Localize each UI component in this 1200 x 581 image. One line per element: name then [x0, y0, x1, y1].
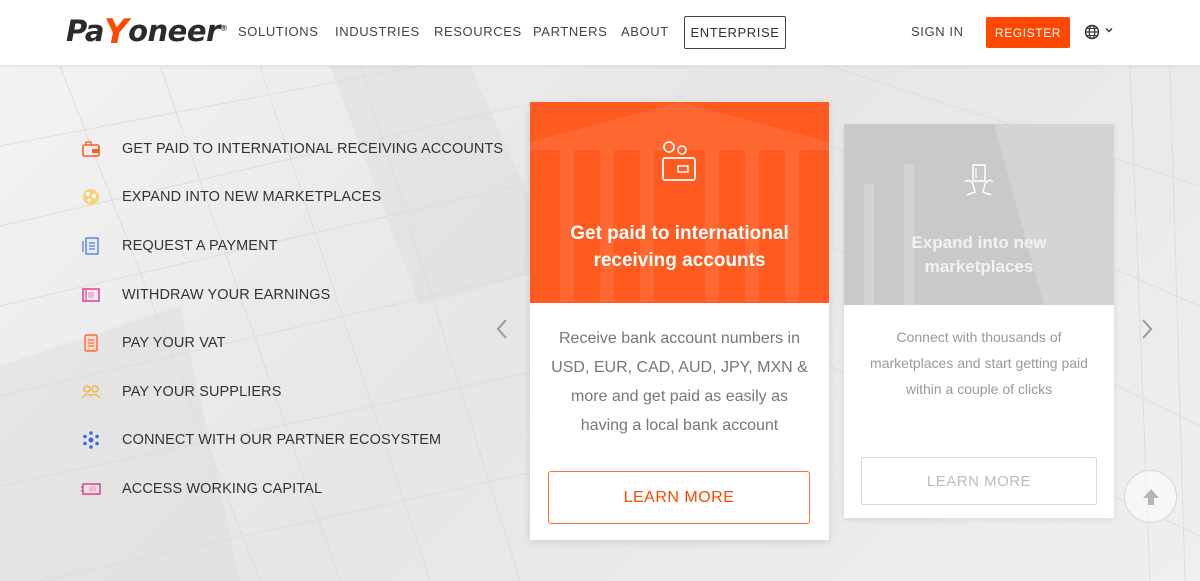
cash-icon [81, 483, 101, 495]
receipt-icon [84, 334, 98, 352]
nav-resources[interactable]: RESOURCES [434, 24, 522, 39]
globe-icon[interactable] [1084, 24, 1100, 40]
enterprise-button[interactable]: ENTERPRISE [684, 16, 786, 49]
solution-item-receiving-accounts[interactable]: GET PAID TO INTERNATIONAL RECEIVING ACCO… [80, 137, 503, 161]
site-header: PaYoneer® SOLUTIONS INDUSTRIES RESOURCES… [0, 0, 1200, 66]
solution-item-withdraw[interactable]: WITHDRAW YOUR EARNINGS [80, 283, 330, 307]
learn-more-button[interactable]: LEARN MORE [861, 457, 1097, 505]
network-icon [83, 431, 99, 449]
card-title: Get paid to international receiving acco… [570, 223, 789, 271]
solution-label: PAY YOUR SUPPLIERS [122, 384, 282, 400]
solution-card-marketplaces: Expand into new marketplaces Connect wit… [844, 124, 1114, 518]
solution-label: ACCESS WORKING CAPITAL [122, 481, 323, 497]
solution-item-partner-ecosystem[interactable]: CONNECT WITH OUR PARTNER ECOSYSTEM [80, 428, 441, 452]
scroll-to-top-button[interactable] [1124, 470, 1177, 523]
document-request-icon [82, 237, 99, 255]
withdraw-icon [82, 288, 100, 302]
nav-solutions[interactable]: SOLUTIONS [238, 24, 319, 39]
register-button[interactable]: REGISTER [986, 17, 1070, 48]
solution-item-suppliers[interactable]: PAY YOUR SUPPLIERS [80, 380, 281, 404]
solution-label: GET PAID TO INTERNATIONAL RECEIVING ACCO… [122, 141, 504, 157]
wallet-icon [662, 141, 696, 181]
arrow-up-icon [1142, 488, 1159, 505]
nav-about[interactable]: ABOUT [621, 24, 669, 39]
solution-card-receiving-accounts: Get paid to international receiving acco… [530, 102, 829, 540]
payoneer-logo[interactable]: PaYoneer® [66, 10, 228, 52]
sign-in-link[interactable]: SIGN IN [911, 24, 964, 39]
chevron-right-icon[interactable] [1138, 316, 1156, 342]
solution-item-vat[interactable]: PAY YOUR VAT [80, 331, 225, 355]
solution-label: REQUEST A PAYMENT [122, 238, 278, 254]
learn-more-button[interactable]: LEARN MORE [548, 471, 810, 524]
nav-partners[interactable]: PARTNERS [533, 24, 607, 39]
solution-label: CONNECT WITH OUR PARTNER ECOSYSTEM [122, 432, 442, 448]
solution-label: WITHDRAW YOUR EARNINGS [122, 287, 331, 303]
nav-industries[interactable]: INDUSTRIES [335, 24, 420, 39]
suppliers-icon [81, 385, 101, 399]
solution-item-working-capital[interactable]: ACCESS WORKING CAPITAL [80, 477, 322, 501]
card-description: Receive bank account numbers in USD, EUR… [551, 330, 808, 434]
solution-label: EXPAND INTO NEW MARKETPLACES [122, 189, 382, 205]
solution-item-marketplaces[interactable]: EXPAND INTO NEW MARKETPLACES [80, 185, 381, 209]
solution-item-request-payment[interactable]: REQUEST A PAYMENT [80, 234, 278, 258]
marketplace-hands-icon [964, 164, 994, 196]
card-header: Expand into new marketplaces [844, 124, 1114, 305]
wallet-icon [82, 141, 100, 157]
card-header: Get paid to international receiving acco… [530, 102, 829, 303]
globe-dots-icon [83, 189, 99, 205]
card-title: Expand into new marketplaces [911, 233, 1047, 276]
card-description: Connect with thousands of marketplaces a… [870, 329, 1088, 397]
chevron-down-icon[interactable] [1104, 25, 1114, 35]
chevron-left-icon[interactable] [493, 316, 511, 342]
solution-label: PAY YOUR VAT [122, 335, 226, 351]
